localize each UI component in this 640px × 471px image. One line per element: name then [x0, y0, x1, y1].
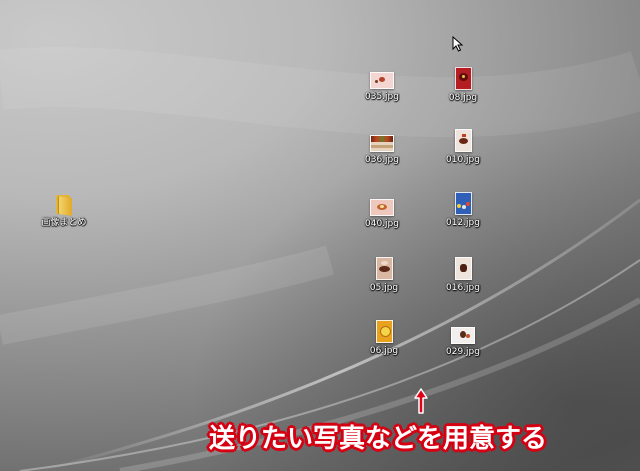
image-thumbnail-icon [451, 327, 475, 344]
folder-label: 画像まとめ [41, 218, 87, 228]
image-thumbnail-icon [454, 192, 472, 215]
image-thumbnail-icon [375, 257, 393, 280]
file-label: 036.jpg [365, 155, 399, 165]
up-arrow-icon [414, 388, 428, 414]
file-label: 06.jpg [369, 346, 399, 356]
folder-icon [54, 193, 74, 216]
file-label: 040.jpg [365, 219, 399, 229]
image-thumbnail-icon [454, 67, 472, 90]
file-label: 016.jpg [446, 283, 480, 293]
image-thumbnail-icon [370, 135, 394, 152]
instruction-caption: 送りたい写真などを用意する [209, 424, 548, 454]
file-icon-036[interactable]: 036.jpg [347, 135, 417, 166]
image-thumbnail-icon [370, 72, 394, 89]
file-icon-05[interactable]: 05.jpg [349, 257, 419, 294]
image-thumbnail-icon [454, 257, 472, 280]
wallpaper-swoosh [0, 0, 640, 471]
file-icon-035[interactable]: 035.jpg [347, 72, 417, 103]
file-icon-012[interactable]: 012.jpg [428, 192, 498, 229]
file-label: 05.jpg [369, 283, 399, 293]
file-icon-029[interactable]: 029.jpg [428, 327, 498, 358]
mouse-pointer-icon [452, 36, 464, 52]
file-label: 029.jpg [446, 347, 480, 357]
folder-desktop-icon[interactable]: 画像まとめ [29, 193, 99, 229]
file-icon-08[interactable]: 08.jpg [428, 67, 498, 104]
file-icon-040[interactable]: 040.jpg [347, 199, 417, 230]
image-thumbnail-icon [375, 320, 393, 343]
file-label: 035.jpg [365, 92, 399, 102]
file-label: 010.jpg [446, 155, 480, 165]
file-label: 012.jpg [446, 218, 480, 228]
image-thumbnail-icon [370, 199, 394, 216]
file-icon-016[interactable]: 016.jpg [428, 257, 498, 294]
file-icon-010[interactable]: 010.jpg [428, 129, 498, 166]
file-icon-06[interactable]: 06.jpg [349, 320, 419, 357]
image-thumbnail-icon [454, 129, 472, 152]
file-label: 08.jpg [448, 93, 478, 103]
